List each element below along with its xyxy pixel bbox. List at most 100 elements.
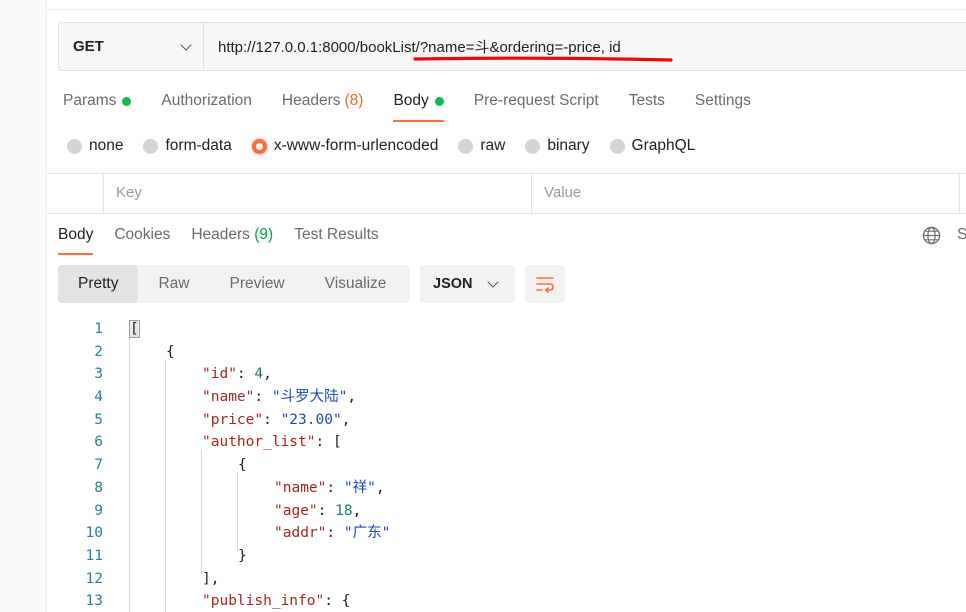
- code-token: "author_list": [202, 434, 316, 451]
- tab-headers[interactable]: Headers (8): [282, 90, 364, 112]
- params-table: Key Value: [47, 173, 966, 214]
- code-text: "name": "祥",: [274, 477, 385, 500]
- line-number: 13: [85, 593, 103, 610]
- method-select[interactable]: GET: [59, 23, 204, 70]
- tab-tests[interactable]: Tests: [629, 90, 665, 112]
- globe-icon[interactable]: [922, 226, 941, 245]
- left-sidebar-strip: [0, 0, 47, 612]
- code-line: 4 "name": "斗罗大陆",: [47, 386, 966, 409]
- code-token: : {: [324, 593, 351, 610]
- tab-label: Params: [63, 92, 117, 109]
- line-number: 11: [85, 547, 103, 564]
- tab-label: Body: [58, 226, 94, 243]
- line-number: 6: [94, 434, 103, 451]
- code-token: [: [129, 320, 140, 338]
- radio-icon[interactable]: [143, 138, 159, 154]
- row-checkbox-column: [47, 174, 104, 213]
- format-select[interactable]: JSON: [420, 265, 515, 303]
- code-token: :: [317, 502, 336, 519]
- url-input[interactable]: http://127.0.0.1:8000/bookList/?name=斗&o…: [204, 36, 621, 57]
- tab-label: Headers: [281, 92, 341, 109]
- tab-count-badge: (8): [344, 92, 364, 109]
- code-token: :: [254, 389, 272, 406]
- radio-icon[interactable]: [67, 138, 82, 154]
- tab-params[interactable]: Params: [63, 90, 132, 112]
- wrap-lines-icon: [536, 277, 554, 293]
- top-divider: [47, 9, 966, 10]
- tab-settings[interactable]: Settings: [695, 90, 751, 112]
- active-tab-indicator: [393, 120, 444, 122]
- code-line: 11}: [47, 545, 966, 568]
- line-number: 1: [94, 321, 103, 337]
- body-mode-x-www-form-urlencoded[interactable]: x-www-form-urlencoded: [251, 137, 438, 155]
- body-mode-label: form-data: [165, 137, 232, 154]
- radio-icon[interactable]: [458, 138, 474, 154]
- code-line: 3 "id": 4,: [47, 363, 966, 386]
- red-underline-annotation: [413, 56, 673, 62]
- response-tab-cookies[interactable]: Cookies: [114, 226, 170, 248]
- save-response-label[interactable]: S: [957, 226, 966, 244]
- code-token: {: [238, 457, 247, 474]
- radio-icon[interactable]: [251, 138, 267, 154]
- code-token: ],: [202, 570, 220, 587]
- body-mode-label: binary: [547, 137, 590, 154]
- format-label: JSON: [433, 276, 473, 292]
- response-tab-body[interactable]: Body: [58, 226, 94, 255]
- body-mode-graphql[interactable]: GraphQL: [609, 137, 695, 155]
- body-mode-raw[interactable]: raw: [458, 137, 505, 155]
- code-text: "addr": "广东": [274, 522, 390, 545]
- status-dot-icon: [122, 96, 132, 106]
- key-input[interactable]: Key: [104, 174, 532, 213]
- code-token: :: [263, 411, 281, 428]
- wrap-lines-button[interactable]: [525, 265, 565, 303]
- tab-label: Pre-request Script: [473, 92, 599, 109]
- code-text: }: [238, 545, 247, 568]
- radio-icon[interactable]: [525, 138, 541, 154]
- code-token: 4: [254, 366, 264, 383]
- code-token: :: [236, 366, 255, 383]
- body-mode-form-data[interactable]: form-data: [143, 137, 232, 155]
- code-text: "author_list": [: [202, 431, 342, 454]
- line-number: 5: [94, 411, 103, 428]
- response-body-code[interactable]: 1[2{3 "id": 4, 4 "name": "斗罗大陆", 5 "price": "…: [47, 318, 966, 612]
- view-mode-preview[interactable]: Preview: [210, 265, 305, 303]
- tab-authorization[interactable]: Authorization: [161, 90, 251, 112]
- line-number: 10: [85, 525, 103, 542]
- code-token: "price": [202, 411, 264, 428]
- code-line: 6 "author_list": [: [47, 431, 966, 454]
- view-mode-pretty[interactable]: Pretty: [58, 265, 139, 303]
- line-number: 8: [94, 479, 103, 496]
- code-text: [: [129, 318, 140, 341]
- tab-label: Cookies: [114, 226, 171, 243]
- chevron-down-icon: [180, 38, 192, 51]
- code-token: : [: [315, 434, 342, 451]
- request-tabs: Params Authorization Headers (8) Body Pre-req…: [63, 90, 781, 122]
- code-text: "name": "斗罗大陆",: [202, 386, 356, 409]
- status-dot-icon: [434, 96, 444, 106]
- code-text: "price": "23.00",: [202, 409, 350, 432]
- view-mode-visualize[interactable]: Visualize: [305, 265, 407, 303]
- body-mode-none[interactable]: none: [67, 137, 123, 155]
- view-mode-raw[interactable]: Raw: [138, 265, 209, 303]
- tab-body[interactable]: Body: [393, 90, 444, 122]
- line-number: 9: [94, 502, 103, 519]
- response-tab-test-results[interactable]: Test Results: [294, 226, 378, 248]
- tab-pre-request-script[interactable]: Pre-request Script: [474, 90, 599, 112]
- value-input[interactable]: Value: [532, 174, 960, 213]
- code-token: "23.00": [280, 411, 342, 428]
- code-token: "id": [202, 366, 237, 383]
- code-token: "name": [274, 479, 327, 496]
- code-text: ],: [202, 568, 219, 591]
- body-mode-binary[interactable]: binary: [525, 137, 590, 155]
- tab-label: Authorization: [161, 92, 252, 109]
- code-token: "name": [202, 389, 255, 406]
- line-number: 12: [85, 570, 103, 587]
- response-tab-headers[interactable]: Headers (9): [191, 226, 273, 248]
- code-text: {: [166, 341, 175, 364]
- tab-label: Headers: [191, 226, 250, 243]
- tab-label: Tests: [628, 92, 665, 109]
- radio-icon[interactable]: [609, 138, 625, 154]
- code-token: :: [326, 479, 344, 496]
- line-number: 7: [94, 457, 103, 474]
- line-number: 4: [94, 389, 103, 406]
